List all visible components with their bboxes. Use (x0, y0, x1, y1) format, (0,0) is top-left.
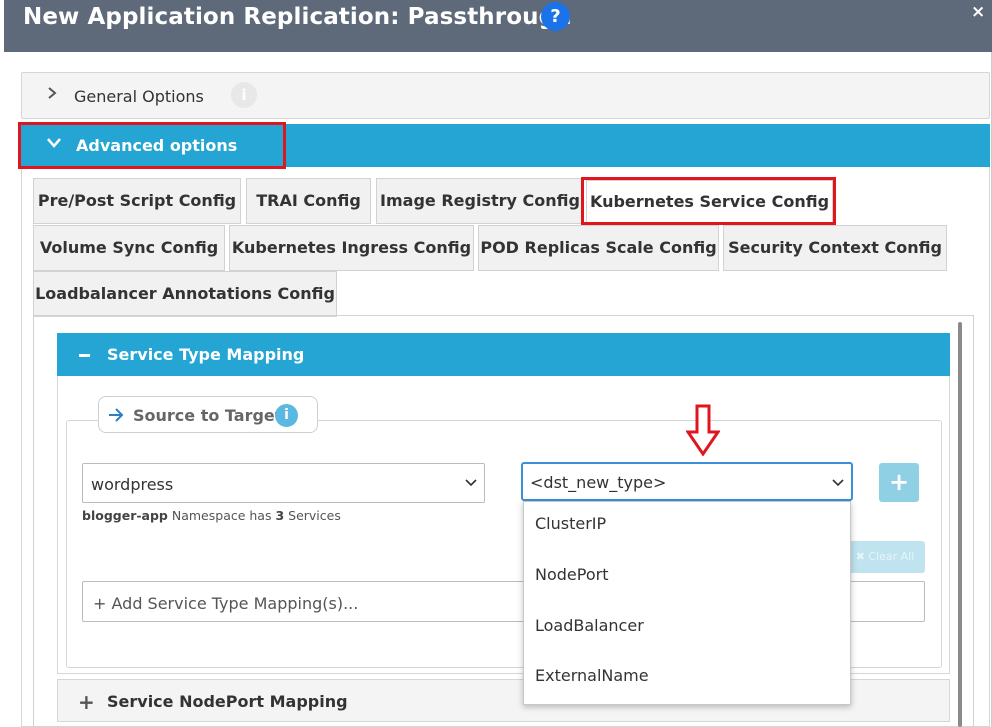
add-mapping-placeholder: + Add Service Type Mapping(s)... (93, 594, 359, 613)
service-type-mapping-label: Service Type Mapping (107, 345, 305, 364)
tab-loadbalancer-annotations-config[interactable]: Loadbalancer Annotations Config (33, 271, 337, 317)
service-nodeport-mapping-label: Service NodePort Mapping (107, 692, 348, 711)
chevron-down-icon (832, 479, 844, 487)
target-type-value: <dst_new_type> (530, 473, 667, 492)
red-down-arrow-icon (686, 404, 720, 456)
general-options-label: General Options (74, 87, 204, 106)
service-type-mapping-header[interactable]: Service Type Mapping (57, 333, 950, 376)
service-count: 3 (275, 508, 285, 523)
dropdown-option-clusterip[interactable]: ClusterIP (535, 514, 606, 533)
source-service-value: wordpress (91, 475, 174, 494)
tab-pod-replicas-scale-config[interactable]: POD Replicas Scale Config (478, 225, 719, 271)
namespace-text: Namespace has (167, 508, 276, 523)
tab-image-registry-config[interactable]: Image Registry Config (376, 178, 584, 224)
tab-kubernetes-ingress-config[interactable]: Kubernetes Ingress Config (229, 225, 474, 271)
dropdown-option-externalname[interactable]: ExternalName (535, 666, 649, 685)
tab-security-context-config[interactable]: Security Context Config (723, 225, 947, 271)
scrollbar[interactable] (958, 322, 962, 727)
tab-pre-post-script-config[interactable]: Pre/Post Script Config (33, 178, 241, 224)
highlight-box (18, 122, 286, 169)
clear-all-button[interactable]: ✖ Clear All (845, 541, 925, 573)
source-to-target-legend: Source to Target i (98, 396, 318, 433)
modal-header: New Application Replication: Passthrough… (4, 0, 992, 52)
modal-title: New Application Replication: Passthrough (23, 4, 572, 30)
chevron-right-icon (48, 87, 57, 99)
close-icon[interactable]: × (971, 2, 985, 22)
arrow-right-icon (109, 408, 124, 422)
chevron-down-icon (465, 479, 477, 487)
namespace-name: blogger-app (82, 508, 168, 523)
dropdown-option-loadbalancer[interactable]: LoadBalancer (535, 616, 644, 635)
target-type-select[interactable]: <dst_new_type> (521, 462, 853, 501)
namespace-note: blogger-app Namespace has 3 Services (82, 508, 341, 523)
highlight-box (581, 177, 836, 225)
collapse-icon (79, 354, 90, 357)
tab-volume-sync-config[interactable]: Volume Sync Config (33, 225, 225, 271)
source-to-target-label: Source to Target (133, 406, 283, 425)
source-service-select[interactable]: wordpress (82, 463, 485, 503)
info-icon[interactable]: i (275, 404, 298, 427)
info-icon[interactable]: i (231, 82, 257, 108)
tab-trai-config[interactable]: TRAI Config (246, 178, 371, 224)
add-mapping-button[interactable]: + (879, 463, 919, 502)
expand-icon: + (78, 690, 95, 714)
help-icon[interactable]: ? (541, 2, 570, 31)
target-type-dropdown: ClusterIP NodePort LoadBalancer External… (523, 501, 851, 705)
namespace-text: Services (284, 508, 341, 523)
dropdown-option-nodeport[interactable]: NodePort (535, 565, 608, 584)
general-options-accordion[interactable]: General Options i (21, 72, 990, 119)
